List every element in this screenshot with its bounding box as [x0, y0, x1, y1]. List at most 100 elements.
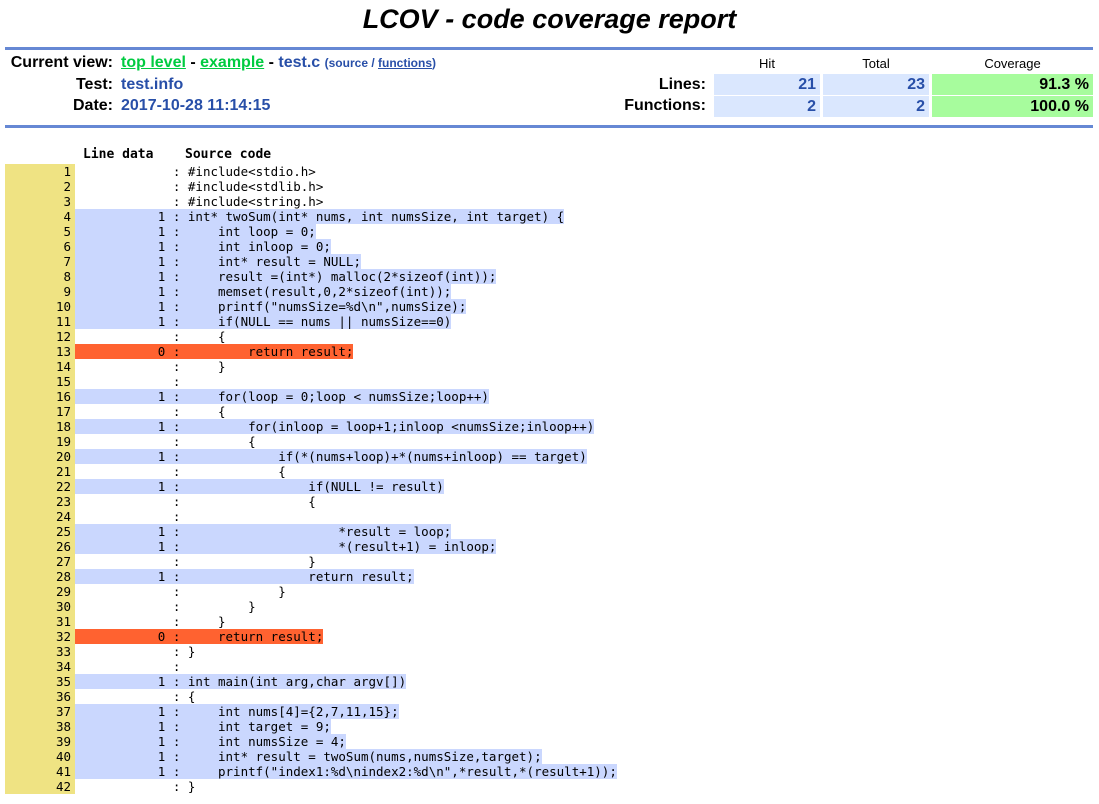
- line-number[interactable]: 23: [5, 494, 75, 509]
- count-separator: :: [165, 659, 188, 674]
- source-text: #include<stdio.h>: [187, 164, 316, 179]
- line-number[interactable]: 29: [5, 584, 75, 599]
- hit-count: [75, 164, 165, 179]
- nav-example-link[interactable]: example: [200, 54, 264, 71]
- hit-count: [75, 554, 165, 569]
- line-number[interactable]: 32: [5, 629, 75, 644]
- lines-hit: 21: [714, 74, 820, 95]
- line-number[interactable]: 38: [5, 719, 75, 734]
- line-number[interactable]: 41: [5, 764, 75, 779]
- breadcrumb-sep: -: [185, 54, 201, 71]
- count-separator: :: [165, 239, 188, 254]
- line-number[interactable]: 15: [5, 374, 75, 389]
- source-text: int* result = twoSum(nums,numsSize,targe…: [187, 749, 542, 764]
- line-number[interactable]: 6: [5, 239, 75, 254]
- source-text: int nums[4]={2,7,11,15};: [187, 704, 399, 719]
- count-separator: :: [165, 689, 188, 704]
- line-number[interactable]: 13: [5, 344, 75, 359]
- hit-count: [75, 404, 165, 419]
- line-number[interactable]: 19: [5, 434, 75, 449]
- line-number[interactable]: 8: [5, 269, 75, 284]
- line-number[interactable]: 10: [5, 299, 75, 314]
- date-value: 2017-10-28 11:14:15: [121, 97, 271, 114]
- hit-count: 0: [75, 344, 166, 359]
- line-content: : {: [75, 434, 256, 449]
- line-number[interactable]: 40: [5, 749, 75, 764]
- line-number[interactable]: 2: [5, 179, 75, 194]
- line-number[interactable]: 35: [5, 674, 75, 689]
- source-text: #include<string.h>: [187, 194, 324, 209]
- count-separator: :: [165, 269, 188, 284]
- hit-count: 1: [75, 719, 166, 734]
- count-separator: :: [165, 734, 188, 749]
- line-number[interactable]: 24: [5, 509, 75, 524]
- test-label: Test:: [75, 76, 113, 93]
- source-text: }: [187, 779, 196, 794]
- hit-count: 1: [75, 299, 166, 314]
- source-text: for(loop = 0;loop < numsSize;loop++): [187, 389, 489, 404]
- line-number[interactable]: 14: [5, 359, 75, 374]
- count-separator: :: [165, 749, 188, 764]
- source-text: for(inloop = loop+1;inloop <numsSize;inl…: [187, 419, 595, 434]
- line-number[interactable]: 30: [5, 599, 75, 614]
- line-number[interactable]: 1: [5, 164, 75, 179]
- line-content: : {: [75, 689, 196, 704]
- line-number[interactable]: 31: [5, 614, 75, 629]
- line-number[interactable]: 9: [5, 284, 75, 299]
- line-number[interactable]: 16: [5, 389, 75, 404]
- source-text: }: [187, 554, 316, 569]
- hit-count: 1: [75, 479, 166, 494]
- functions-link[interactable]: functions: [378, 56, 432, 70]
- line-number[interactable]: 27: [5, 554, 75, 569]
- line-number[interactable]: 34: [5, 659, 75, 674]
- count-separator: :: [165, 479, 188, 494]
- line-number[interactable]: 18: [5, 419, 75, 434]
- source-label: (source /: [324, 56, 378, 70]
- source-text: *(result+1) = inloop;: [187, 539, 497, 554]
- line-number[interactable]: 11: [5, 314, 75, 329]
- line-number[interactable]: 17: [5, 404, 75, 419]
- hit-count: [75, 179, 165, 194]
- hit-count: 1: [75, 524, 166, 539]
- hit-count: [75, 659, 165, 674]
- line-number[interactable]: 37: [5, 704, 75, 719]
- hit-count: 1: [75, 449, 166, 464]
- line-number[interactable]: 7: [5, 254, 75, 269]
- lines-label: Lines:: [658, 76, 706, 93]
- source-text: return result;: [187, 629, 324, 644]
- count-separator: :: [165, 614, 188, 629]
- nav-top-level-link[interactable]: top level: [121, 54, 186, 71]
- line-number[interactable]: 20: [5, 449, 75, 464]
- line-content: 1 : *(result+1) = inloop;: [75, 539, 497, 554]
- hit-count: [75, 329, 165, 344]
- hit-count: 1: [75, 239, 166, 254]
- line-number[interactable]: 21: [5, 464, 75, 479]
- line-number[interactable]: 33: [5, 644, 75, 659]
- count-separator: :: [165, 434, 188, 449]
- line-number[interactable]: 36: [5, 689, 75, 704]
- functions-coverage: 100.0 %: [932, 96, 1093, 117]
- hit-count: 1: [75, 314, 166, 329]
- line-content: :: [75, 509, 188, 524]
- line-number[interactable]: 4: [5, 209, 75, 224]
- line-number[interactable]: 12: [5, 329, 75, 344]
- line-number[interactable]: 39: [5, 734, 75, 749]
- hit-count: [75, 494, 165, 509]
- col-coverage-header: Coverage: [984, 56, 1041, 71]
- line-number[interactable]: 26: [5, 539, 75, 554]
- line-number[interactable]: 42: [5, 779, 75, 794]
- line-content: 1 : if(*(nums+loop)+*(nums+inloop) == ta…: [75, 449, 587, 464]
- line-content: 1 : result =(int*) malloc(2*sizeof(int))…: [75, 269, 497, 284]
- line-number[interactable]: 5: [5, 224, 75, 239]
- hit-count: 1: [75, 764, 166, 779]
- line-number[interactable]: 22: [5, 479, 75, 494]
- line-number[interactable]: 3: [5, 194, 75, 209]
- count-separator: :: [165, 164, 188, 179]
- lines-coverage: 91.3 %: [932, 74, 1093, 95]
- line-content: 1 : int numsSize = 4;: [75, 734, 346, 749]
- source-text: int target = 9;: [187, 719, 331, 734]
- hit-count: [75, 599, 165, 614]
- line-number[interactable]: 28: [5, 569, 75, 584]
- count-separator: :: [165, 704, 188, 719]
- line-number[interactable]: 25: [5, 524, 75, 539]
